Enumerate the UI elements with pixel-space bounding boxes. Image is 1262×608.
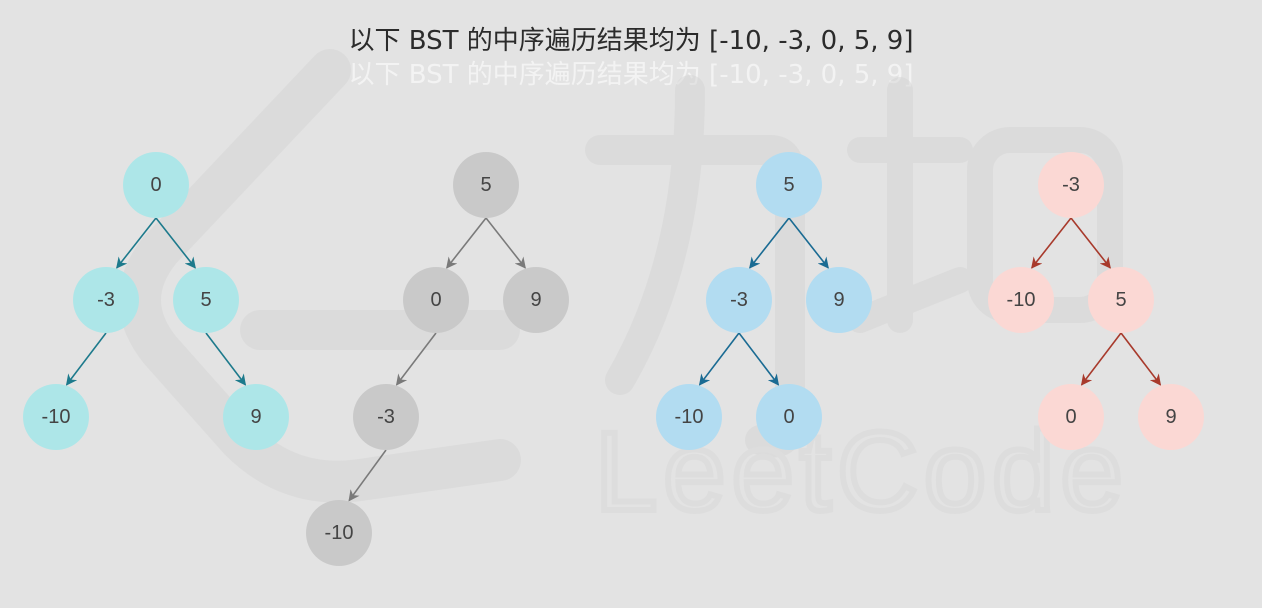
- node-label: -3: [97, 289, 115, 311]
- node-label: -10: [325, 522, 354, 544]
- tree-1-node: 9: [223, 384, 289, 450]
- tree-4-node: 9: [1138, 384, 1204, 450]
- leetcode-watermark-logo: LeetCode: [119, 49, 1126, 537]
- node-label: 5: [200, 289, 211, 311]
- node-label: 0: [150, 174, 161, 196]
- tree-2-node: -10: [306, 500, 372, 566]
- tree-4-node: -3: [1038, 152, 1104, 218]
- tree-2-node: 5: [453, 152, 519, 218]
- tree-3-node: -3: [706, 267, 772, 333]
- node-label: 5: [783, 174, 794, 196]
- tree-3-node: 5: [756, 152, 822, 218]
- tree-3-node: -10: [656, 384, 722, 450]
- node-label: -10: [1007, 289, 1036, 311]
- tree-2-node: 9: [503, 267, 569, 333]
- node-label: 9: [250, 406, 261, 428]
- tree-2-edge: [446, 217, 487, 269]
- tree-3-node: 0: [756, 384, 822, 450]
- tree-1-node: -3: [73, 267, 139, 333]
- tree-4-edge: [1031, 217, 1072, 269]
- tree-2-node: 0: [403, 267, 469, 333]
- node-label: 5: [1115, 289, 1126, 311]
- tree-4-edge: [1080, 332, 1122, 386]
- tree-4-node: 0: [1038, 384, 1104, 450]
- tree-1-node: 0: [123, 152, 189, 218]
- tree-4-node: -10: [988, 267, 1054, 333]
- node-label: 9: [530, 289, 541, 311]
- tree-2-edge: [485, 217, 526, 269]
- node-label: 9: [833, 289, 844, 311]
- node-label: -3: [377, 406, 395, 428]
- node-label: 9: [1165, 406, 1176, 428]
- bst-diagram: LeetCode 0 -3 5 -10 9 5 0 9 -3 -10 5 -3 9 -10 0 -3 -10 5 0…: [23, 49, 1204, 566]
- node-label: -3: [730, 289, 748, 311]
- tree-3-edge: [738, 332, 780, 386]
- tree-3-node: 9: [806, 267, 872, 333]
- tree-4-edge: [1120, 332, 1162, 386]
- node-label: 0: [430, 289, 441, 311]
- tree-1-node: -10: [23, 384, 89, 450]
- tree-3-edge: [698, 332, 740, 386]
- tree-4-node: 5: [1088, 267, 1154, 333]
- node-label: -10: [675, 406, 704, 428]
- tree-1-node: 5: [173, 267, 239, 333]
- node-label: -3: [1062, 174, 1080, 196]
- tree-2-node: -3: [353, 384, 419, 450]
- node-label: 5: [480, 174, 491, 196]
- node-label: 0: [783, 406, 794, 428]
- tree-1-edge: [65, 332, 107, 386]
- node-label: 0: [1065, 406, 1076, 428]
- node-label: -10: [42, 406, 71, 428]
